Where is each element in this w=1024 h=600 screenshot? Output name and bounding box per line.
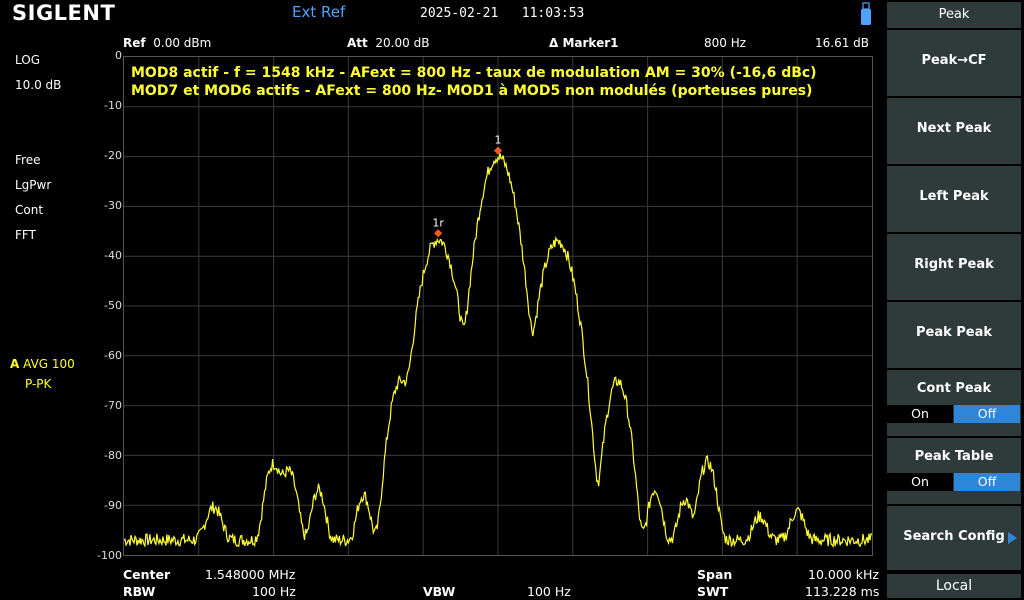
trace-avg: AVG 100 [23,357,75,371]
attenuation: Att 20.00 dB [347,36,430,50]
usb-icon [861,2,871,25]
analysis-mode: FFT [15,228,36,242]
peak-table-button[interactable]: Peak Table On Off [887,438,1021,504]
marker-level: 16.61 dB [815,36,870,50]
y-tick-label: -100 [97,549,122,562]
marker-1: 1 [494,134,502,155]
scale-div: 10.0 dB [15,78,62,92]
trace-detector: P-PK [25,377,52,391]
swt-label: SWT [697,584,729,599]
marker-diamond [494,146,502,155]
annotation-line-1: MOD8 actif - f = 1548 kHz - AFext = 800 … [131,65,817,81]
spectrum-svg: 1 1r [124,57,872,555]
right-peak-button[interactable]: Right Peak [887,234,1021,300]
y-tick-label: -20 [104,149,122,162]
y-tick-label: 0 [115,49,122,62]
y-tick-label: -30 [104,199,122,212]
date-text: 2025-02-21 [420,6,499,21]
power-mode: LgPwr [15,178,52,192]
peak-peak-button[interactable]: Peak Peak [887,302,1021,368]
marker-1r: 1r [432,216,444,238]
trace-info: A AVG 100 [10,357,75,371]
cont-peak-off-toggle[interactable]: Off [954,405,1020,423]
rbw-label: RBW [123,584,156,599]
left-peak-button[interactable]: Left Peak [887,166,1021,232]
rbw-value: 100 Hz [252,584,296,599]
y-tick-label: -40 [104,249,122,262]
scale-type: LOG [15,53,41,67]
y-tick-label: -70 [104,399,122,412]
y-tick-label: -50 [104,299,122,312]
brand-logo: SIGLENT [12,1,116,25]
span-label: Span [697,567,733,582]
cont-peak-on-toggle[interactable]: On [887,405,953,423]
center-label: Center [123,567,171,582]
date-time: 2025-02-21 11:03:53 [420,6,584,21]
local-button[interactable]: Local [887,574,1021,598]
vbw-label: VBW [423,584,456,599]
peak-table-on-toggle[interactable]: On [887,473,953,491]
search-config-button[interactable]: Search Config [887,506,1021,570]
trigger-mode: Free [15,153,41,167]
softkey-menu-title: Peak [887,2,1021,28]
annotation-line-2: MOD7 et MOD6 actifs - AFext = 800 Hz- MO… [131,83,813,99]
trace-letter: A [10,357,20,371]
peak-table-label: Peak Table [914,449,994,464]
peak-to-cf-button[interactable]: Peak→CF [887,30,1021,96]
sweep-mode: Cont [15,203,44,217]
marker-frequency: 800 Hz [704,36,747,50]
search-config-label: Search Config [903,529,1005,544]
ref-level: Ref 0.00 dBm [123,36,212,50]
annotation-text: MOD8 actif - f = 1548 kHz - AFext = 800 … [131,64,817,100]
chevron-right-icon [1008,532,1017,544]
span-value: 10.000 kHz [808,567,879,582]
spectrum-plot[interactable]: 1 1r [123,56,873,556]
y-tick-label: -60 [104,349,122,362]
time-text: 11:03:53 [521,6,585,21]
center-value: 1.548000 MHz [205,567,296,582]
peak-table-off-toggle[interactable]: Off [954,473,1020,491]
y-tick-label: -10 [104,99,122,112]
marker-label: 1 [495,134,502,147]
cont-peak-label: Cont Peak [916,381,992,396]
y-tick-label: -90 [104,499,122,512]
ext-ref-indicator: Ext Ref [292,3,346,21]
vbw-value: 100 Hz [527,584,571,599]
swt-value: 113.228 ms [805,584,880,599]
marker-diamond [434,229,443,238]
cont-peak-button[interactable]: Cont Peak On Off [887,370,1021,436]
marker-label: 1r [432,216,444,229]
delta-marker-label: Δ Marker1 [549,36,619,50]
next-peak-button[interactable]: Next Peak [887,98,1021,164]
y-tick-label: -80 [104,449,122,462]
